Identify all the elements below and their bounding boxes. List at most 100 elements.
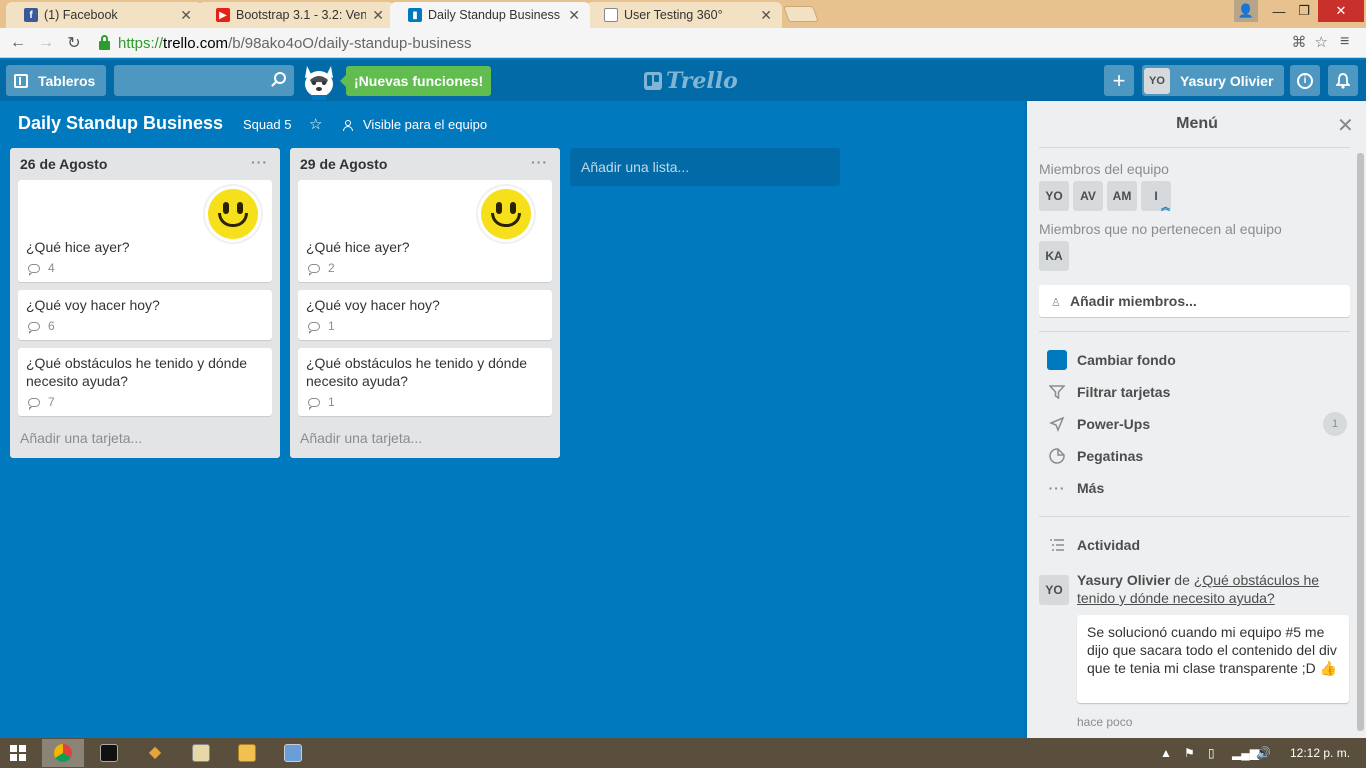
- wifi-icon[interactable]: ▂▄▆: [1232, 746, 1259, 760]
- browser-tab-facebook[interactable]: f (1) Facebook ✕: [6, 2, 202, 28]
- browser-tab-bootstrap[interactable]: ▶ Bootstrap 3.1 - 3.2: Ventana ✕: [198, 2, 394, 28]
- card[interactable]: ¿Qué voy hacer hoy? 1: [298, 290, 552, 340]
- activity-label: Actividad: [1077, 537, 1141, 553]
- browser-menu-icon[interactable]: ≡: [1340, 33, 1349, 51]
- comment-icon: [308, 263, 320, 276]
- menu-item-label: Más: [1077, 480, 1105, 496]
- activity-timestamp[interactable]: hace poco: [1077, 715, 1132, 729]
- activity-entry: Yasury Olivier de ¿Qué obstáculos he ten…: [1077, 571, 1337, 607]
- boards-label: Tableros: [38, 72, 96, 89]
- member-avatar[interactable]: I ︽: [1141, 181, 1171, 212]
- admin-chevron-icon: ︽: [1161, 202, 1171, 212]
- add-list-button[interactable]: Añadir una lista...: [570, 148, 840, 186]
- command-prompt-icon: [100, 744, 118, 762]
- add-card-button[interactable]: Añadir una tarjeta...: [10, 424, 280, 458]
- avatar[interactable]: YO: [1039, 575, 1069, 605]
- menu-item-label: Filtrar tarjetas: [1077, 384, 1171, 400]
- list-menu-icon[interactable]: ···: [531, 154, 548, 170]
- window-close-button[interactable]: ✕: [1318, 0, 1364, 22]
- team-visibility-icon: [343, 119, 353, 131]
- tray-arrow-icon[interactable]: ▲: [1160, 746, 1172, 760]
- member-avatar[interactable]: YO: [1039, 181, 1069, 211]
- new-tab-button[interactable]: [783, 6, 819, 22]
- taskbar-clock[interactable]: 12:12 p. m.: [1290, 746, 1350, 760]
- back-arrow-icon[interactable]: ←: [8, 33, 28, 53]
- close-icon[interactable]: ✕: [1337, 113, 1354, 138]
- profile-icon[interactable]: 👤: [1234, 0, 1258, 22]
- battery-icon[interactable]: ▯: [1208, 746, 1215, 760]
- card[interactable]: ¿Qué voy hacer hoy? 6: [18, 290, 272, 340]
- board-title[interactable]: Daily Standup Business: [18, 113, 223, 134]
- comment-count: 6: [48, 319, 55, 333]
- add-card-button[interactable]: Añadir una tarjeta...: [290, 424, 560, 458]
- add-button[interactable]: +: [1104, 65, 1134, 96]
- list-header[interactable]: 26 de Agosto ···: [10, 148, 280, 180]
- list-header[interactable]: 29 de Agosto ···: [290, 148, 560, 180]
- browser-tab-user-testing[interactable]: User Testing 360° ✕: [586, 2, 782, 28]
- board-team[interactable]: Squad 5: [243, 117, 291, 132]
- user-menu-button[interactable]: YO Yasury Olivier: [1142, 65, 1284, 96]
- tab-close-icon[interactable]: ✕: [568, 7, 580, 24]
- card-badges: 4: [26, 260, 264, 276]
- boards-button[interactable]: Tableros: [6, 65, 106, 96]
- menu-power-ups[interactable]: Power-Ups 1: [1047, 412, 1347, 436]
- card[interactable]: ¿Qué obstáculos he tenido y dónde necesi…: [298, 348, 552, 416]
- restore-button[interactable]: ❐: [1292, 0, 1316, 22]
- taskbar-explorer[interactable]: [226, 739, 268, 767]
- menu-stickers[interactable]: Pegatinas: [1047, 444, 1347, 468]
- forward-arrow-icon[interactable]: →: [36, 33, 56, 53]
- menu-more[interactable]: ··· Más: [1047, 476, 1347, 500]
- sidebar-scrollbar[interactable]: [1357, 153, 1364, 731]
- member-avatar[interactable]: AM: [1107, 181, 1137, 211]
- trello-logo-icon: [644, 72, 662, 90]
- bookmark-star-icon[interactable]: ☆: [1315, 33, 1328, 51]
- diamond-app-icon: ◆: [148, 744, 162, 761]
- star-icon[interactable]: ☆: [309, 115, 322, 133]
- list-menu-icon[interactable]: ···: [251, 154, 268, 170]
- member-avatar[interactable]: AV: [1073, 181, 1103, 211]
- taskbar-app[interactable]: ◆: [134, 739, 176, 767]
- new-features-button[interactable]: ¡Nuevas funciones!: [339, 66, 492, 96]
- taskbar-chrome[interactable]: [42, 739, 84, 767]
- url-host: trello.com: [163, 34, 229, 52]
- search-icon: [274, 72, 286, 84]
- card-title: ¿Qué voy hacer hoy?: [26, 297, 160, 313]
- translate-icon[interactable]: ⌘: [1292, 33, 1307, 51]
- notifications-button[interactable]: [1328, 65, 1358, 96]
- menu-filter-cards[interactable]: Filtrar tarjetas: [1047, 380, 1347, 404]
- omnibox-actions: ⌘ ☆: [1292, 33, 1328, 51]
- comment-icon: [308, 321, 320, 334]
- reload-icon[interactable]: ↻: [64, 33, 84, 53]
- menu-change-background[interactable]: Cambiar fondo: [1047, 348, 1347, 372]
- windows-start-icon[interactable]: [10, 745, 26, 761]
- browser-tab-trello[interactable]: ▮ Daily Standup Business | T ✕: [390, 2, 590, 28]
- add-members-button[interactable]: ♙ Añadir miembros...: [1039, 285, 1350, 317]
- search-input[interactable]: [114, 65, 294, 96]
- address-bar[interactable]: https://trello.com/b/98ako4oO/daily-stan…: [96, 31, 1336, 55]
- card[interactable]: ¿Qué obstáculos he tenido y dónde necesi…: [18, 348, 272, 416]
- card-title: ¿Qué voy hacer hoy?: [306, 297, 440, 313]
- flag-icon[interactable]: ⚑: [1184, 746, 1195, 760]
- volume-icon[interactable]: 🔊: [1256, 746, 1271, 760]
- smiley-sticker-icon: [205, 186, 261, 242]
- taskbar-window[interactable]: [272, 739, 314, 767]
- taskbar-notepad[interactable]: [180, 739, 222, 767]
- divider: [1039, 147, 1350, 148]
- info-button[interactable]: i: [1290, 65, 1320, 96]
- tab-close-icon[interactable]: ✕: [372, 7, 384, 24]
- minimize-button[interactable]: —: [1268, 0, 1290, 22]
- taco-mascot-icon[interactable]: [302, 64, 336, 100]
- member-avatar[interactable]: KA: [1039, 241, 1069, 271]
- tab-close-icon[interactable]: ✕: [180, 7, 192, 24]
- tab-close-icon[interactable]: ✕: [760, 7, 772, 24]
- comment-count: 2: [328, 261, 335, 275]
- taskbar-cmd[interactable]: [88, 739, 130, 767]
- card-badges: 2: [306, 260, 544, 276]
- non-team-members-label: Miembros que no pertenecen al equipo: [1039, 221, 1282, 237]
- board-visibility[interactable]: Visible para el equipo: [343, 117, 487, 132]
- comment-count: 7: [48, 395, 55, 409]
- activity-user[interactable]: Yasury Olivier: [1077, 572, 1170, 588]
- card[interactable]: ¿Qué hice ayer? 4: [18, 180, 272, 282]
- card[interactable]: ¿Qué hice ayer? 2: [298, 180, 552, 282]
- trello-logo[interactable]: Trello: [644, 68, 738, 94]
